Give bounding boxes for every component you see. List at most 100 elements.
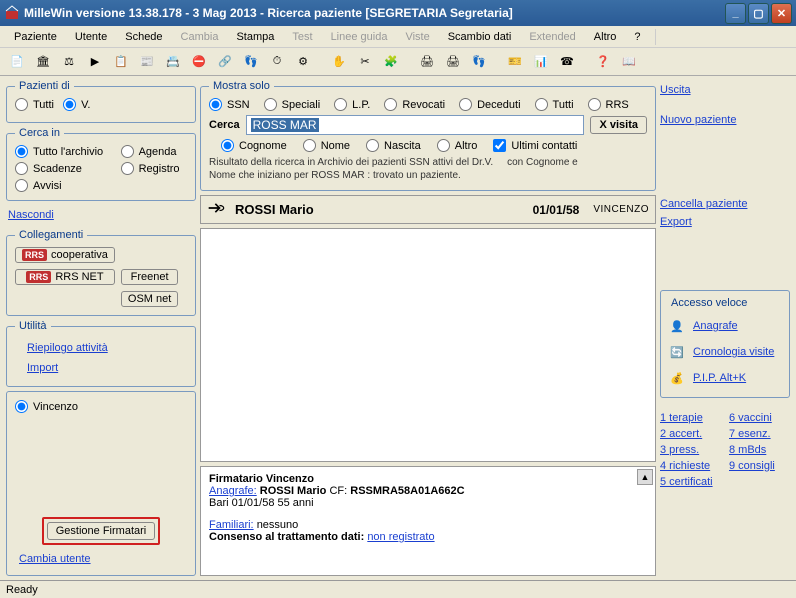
link-vaccini[interactable]: 6 vaccini	[729, 412, 790, 424]
minimize-button[interactable]: _	[725, 3, 746, 24]
familiari-value: nessuno	[257, 519, 299, 531]
toolbar-icon[interactable]: 📇	[162, 51, 184, 73]
radio-agenda[interactable]: Agenda	[121, 145, 181, 158]
toolbar-icon[interactable]: 📊	[530, 51, 552, 73]
firmatario-group: Vincenzo Gestione Firmatari Cambia utent…	[6, 391, 196, 576]
quick-links: 1 terapie 6 vaccini 2 accert. 7 esenz. 3…	[660, 412, 790, 488]
radio-nascita[interactable]: Nascita	[366, 139, 421, 152]
link-terapie[interactable]: 1 terapie	[660, 412, 721, 424]
osmnet-button[interactable]: OSM net	[121, 291, 178, 307]
result-name: ROSSI Mario	[235, 202, 314, 217]
link-accert[interactable]: 2 accert.	[660, 428, 721, 440]
toolbar-icon[interactable]: 📋	[110, 51, 132, 73]
menu-help[interactable]: ?	[626, 29, 648, 45]
toolbar-icon[interactable]: ✂	[354, 51, 376, 73]
search-input[interactable]: ROSS MAR	[246, 115, 585, 135]
rrsnet-button[interactable]: RRSRRS NET	[15, 269, 115, 285]
toolbar-icon[interactable]: 📰	[136, 51, 158, 73]
qa-anagrafe[interactable]: 👤 Anagrafe	[667, 313, 783, 339]
toolbar-icon[interactable]: ❓	[592, 51, 614, 73]
scroll-up-button[interactable]: ▲	[637, 469, 653, 485]
familiari-link[interactable]: Familiari:	[209, 519, 254, 531]
toolbar-icon[interactable]: 👣	[468, 51, 490, 73]
close-button[interactable]: ✕	[771, 3, 792, 24]
qa-cronologia[interactable]: 🔄 Cronologia visite	[667, 339, 783, 365]
radio-tutti-ms[interactable]: Tutti	[535, 98, 574, 111]
toolbar-icon[interactable]: 🖨	[442, 51, 464, 73]
toolbar-icon[interactable]: 🧩	[380, 51, 402, 73]
cambia-utente-link[interactable]: Cambia utente	[19, 553, 91, 565]
toolbar-icon[interactable]: ⚖	[58, 51, 80, 73]
toolbar-icon[interactable]: 👣	[240, 51, 262, 73]
radio-speciali[interactable]: Speciali	[264, 98, 321, 111]
xvisita-button[interactable]: X visita	[590, 116, 647, 134]
toolbar-icon[interactable]: ⛔	[188, 51, 210, 73]
radio-scadenze[interactable]: Scadenze	[15, 162, 105, 175]
titlebar: MilleWin versione 13.38.178 - 3 Mag 2013…	[0, 0, 796, 26]
menu-schede[interactable]: Schede	[117, 29, 170, 45]
toolbar-icon[interactable]: ▶	[84, 51, 106, 73]
radio-nome[interactable]: Nome	[303, 139, 350, 152]
radio-avvisi[interactable]: Avvisi	[15, 179, 105, 192]
riepilogo-link[interactable]: Riepilogo attività	[27, 342, 175, 354]
toolbar-icon[interactable]: ✋	[328, 51, 350, 73]
radio-deceduti[interactable]: Deceduti	[459, 98, 520, 111]
menu-stampa[interactable]: Stampa	[228, 29, 282, 45]
link-consigli[interactable]: 9 consigli	[729, 460, 790, 472]
toolbar-icon[interactable]: ⚙	[292, 51, 314, 73]
toolbar: 📄 🏛 ⚖ ▶ 📋 📰 📇 ⛔ 🔗 👣 ⏱ ⚙ ✋ ✂ 🧩 🖨 🖨 👣 🎫 📊 …	[0, 48, 796, 76]
toolbar-icon[interactable]: 🏛	[32, 51, 54, 73]
result-bar[interactable]: ROSSI Mario 01/01/58 VINCENZO	[200, 195, 656, 224]
uscita-link[interactable]: Uscita	[660, 84, 790, 96]
menu-test: Test	[284, 29, 320, 45]
gestione-firmatari-button[interactable]: Gestione Firmatari	[47, 522, 155, 540]
toolbar-icon[interactable]: ⏱	[266, 51, 288, 73]
qa-pip[interactable]: 💰 P.I.P. Alt+K	[667, 365, 783, 391]
cooperativa-button[interactable]: RRScooperativa	[15, 247, 115, 263]
freenet-button[interactable]: Freenet	[121, 269, 178, 285]
radio-ssn[interactable]: SSN	[209, 98, 250, 111]
toolbar-icon[interactable]: 🔗	[214, 51, 236, 73]
bag-icon: 💰	[667, 368, 687, 388]
export-link[interactable]: Export	[660, 216, 790, 228]
radio-rrs[interactable]: RRS	[588, 98, 629, 111]
anagrafe-name: ROSSI Mario	[260, 485, 327, 497]
cerca-in-group: Cerca in Tutto l'archivio Agenda Scadenz…	[6, 127, 196, 201]
toolbar-icon[interactable]: 🖨	[416, 51, 438, 73]
radio-vincenzo[interactable]: Vincenzo	[15, 400, 78, 413]
menu-scambio[interactable]: Scambio dati	[440, 29, 520, 45]
nuovo-paziente-link[interactable]: Nuovo paziente	[660, 114, 790, 126]
menu-altro[interactable]: Altro	[586, 29, 625, 45]
radio-v[interactable]: V.	[63, 98, 90, 111]
menu-utente[interactable]: Utente	[67, 29, 115, 45]
radio-registro[interactable]: Registro	[121, 162, 181, 175]
maximize-button[interactable]: ▢	[748, 3, 769, 24]
consenso-value[interactable]: non registrato	[367, 531, 434, 543]
link-certificati[interactable]: 5 certificati	[660, 476, 721, 488]
link-mbds[interactable]: 8 mBds	[729, 444, 790, 456]
cancella-link[interactable]: Cancella paziente	[660, 198, 790, 210]
pointer-icon	[207, 200, 227, 219]
import-link[interactable]: Import	[27, 362, 175, 374]
menu-paziente[interactable]: Paziente	[6, 29, 65, 45]
results-list[interactable]	[200, 228, 656, 462]
search-note: Risultato della ricerca in Archivio dei …	[209, 156, 647, 182]
anagrafe-link[interactable]: Anagrafe:	[209, 485, 257, 497]
radio-lp[interactable]: L.P.	[334, 98, 370, 111]
radio-revocati[interactable]: Revocati	[384, 98, 445, 111]
link-press[interactable]: 3 press.	[660, 444, 721, 456]
link-richieste[interactable]: 4 richieste	[660, 460, 721, 472]
toolbar-icon[interactable]: ☎	[556, 51, 578, 73]
cf-value: RSSMRA58A01A662C	[350, 485, 464, 497]
toolbar-icon[interactable]: 📄	[6, 51, 28, 73]
check-ultimi[interactable]: Ultimi contatti	[493, 139, 577, 152]
radio-cognome[interactable]: Cognome	[221, 139, 287, 152]
radio-altro[interactable]: Altro	[437, 139, 478, 152]
link-esenz[interactable]: 7 esenz.	[729, 428, 790, 440]
group-legend: Collegamenti	[15, 229, 87, 241]
radio-tutto-archivio[interactable]: Tutto l'archivio	[15, 145, 105, 158]
radio-tutti[interactable]: Tutti	[15, 98, 54, 111]
toolbar-icon[interactable]: 📖	[618, 51, 640, 73]
toolbar-icon[interactable]: 🎫	[504, 51, 526, 73]
nascondi-link[interactable]: Nascondi	[8, 209, 54, 221]
